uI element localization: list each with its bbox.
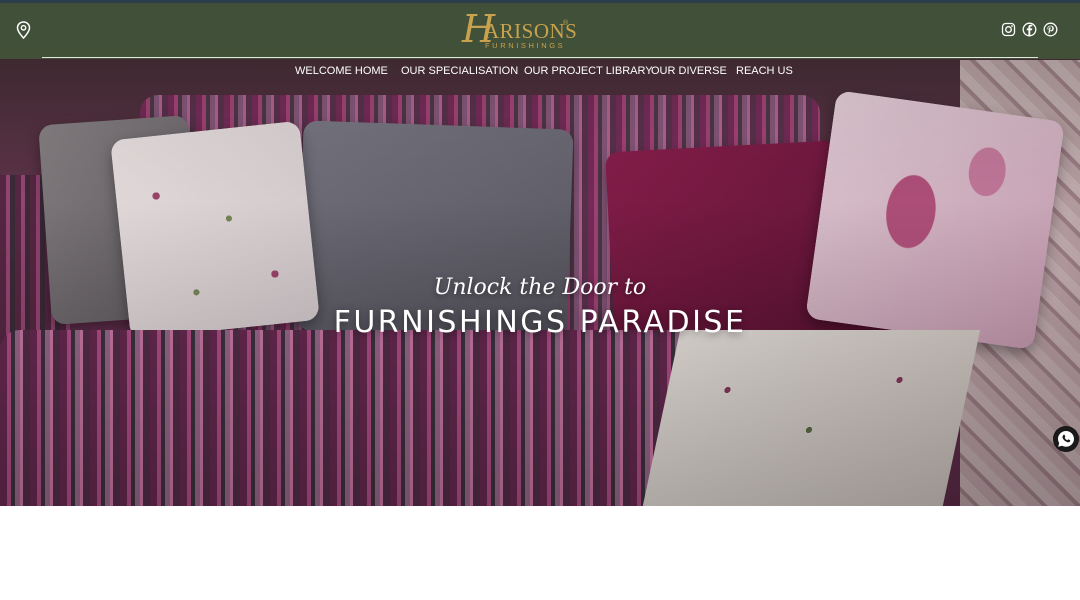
nav-welcome-home[interactable]: WELCOME HOME <box>295 64 388 78</box>
nav-our-project-library[interactable]: OUR PROJECT LIBRARY <box>524 64 653 78</box>
harisons-logo[interactable]: H ARISONS ® FURNISHINGS <box>462 8 577 52</box>
hero-headline: FURNISHINGS PARADISE <box>333 305 747 340</box>
whatsapp-icon[interactable] <box>1053 426 1079 452</box>
hero-tagline: Unlock the Door to <box>433 275 647 300</box>
nav-our-diverse[interactable]: OUR DIVERSE <box>651 64 727 78</box>
main-navigation: WELCOME HOME OUR SPECIALISATION OUR PROJ… <box>0 64 1080 78</box>
header-divider <box>42 57 1038 58</box>
facebook-icon[interactable] <box>1022 22 1037 37</box>
pinterest-icon[interactable] <box>1043 22 1058 37</box>
instagram-icon[interactable] <box>1001 22 1016 37</box>
map-pin-icon[interactable] <box>16 21 31 39</box>
nav-our-specialisation[interactable]: OUR SPECIALISATION <box>401 64 518 78</box>
logo-registered-mark: ® <box>563 20 569 27</box>
logo-subtitle: FURNISHINGS <box>485 41 566 50</box>
nav-reach-us[interactable]: REACH US <box>736 64 793 78</box>
